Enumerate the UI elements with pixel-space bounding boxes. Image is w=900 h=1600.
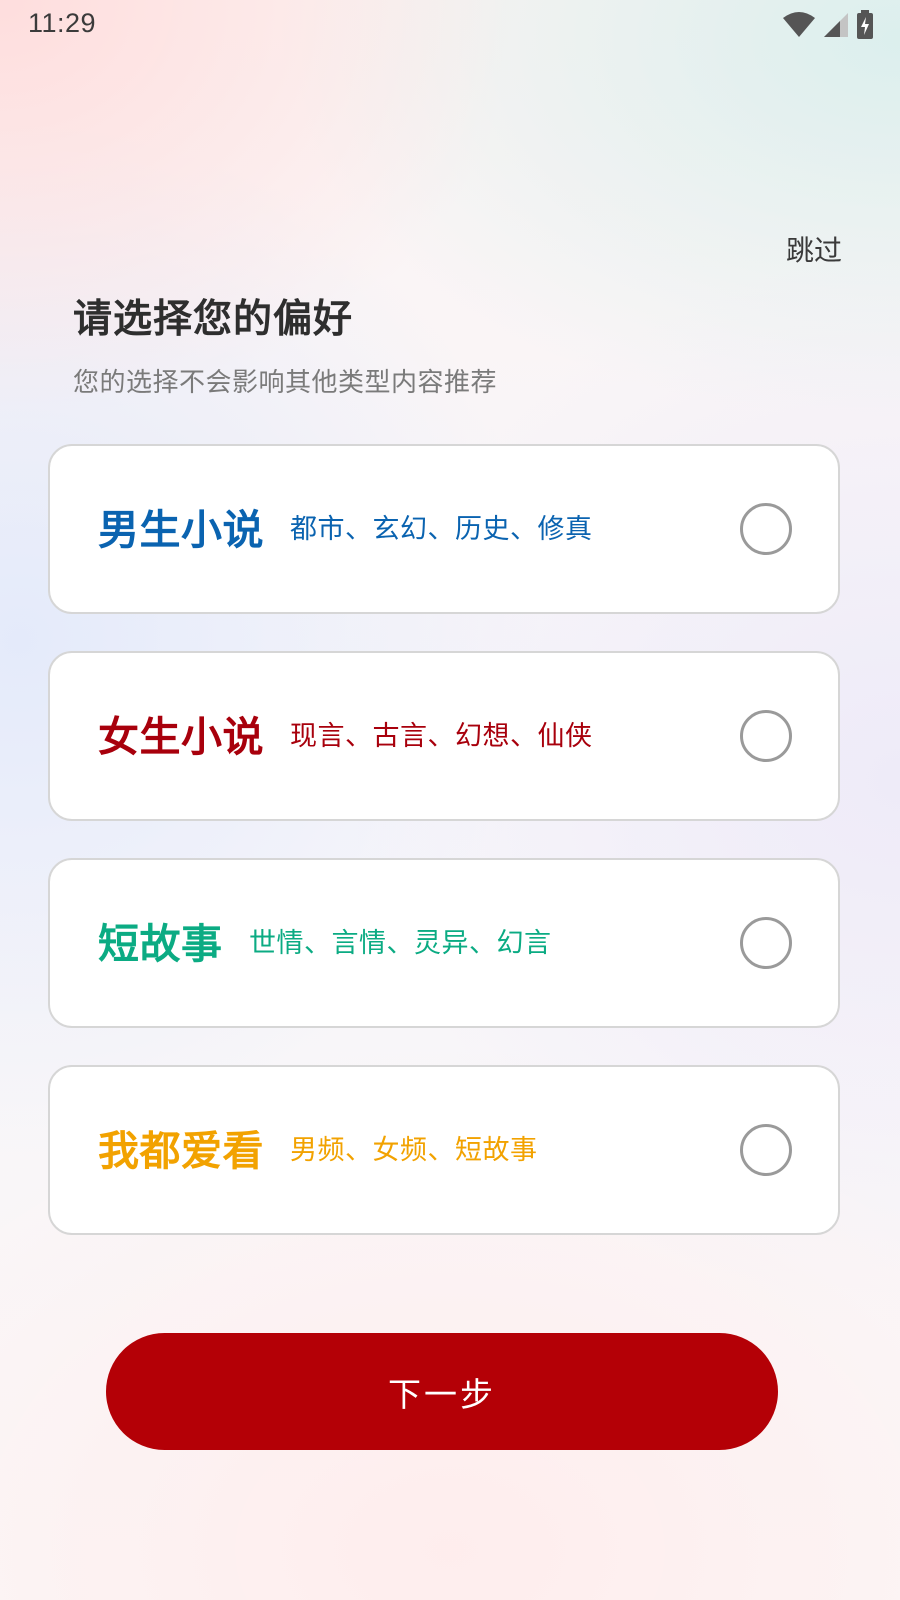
status-bar: 11:29 xyxy=(0,0,900,50)
option-title: 男生小说 xyxy=(98,506,264,554)
option-card-love-all[interactable]: 我都爱看 男频、女频、短故事 xyxy=(48,1065,840,1235)
wifi-icon xyxy=(783,12,815,37)
status-time: 11:29 xyxy=(28,8,97,38)
option-title: 短故事 xyxy=(98,920,223,968)
status-icons xyxy=(782,10,874,40)
page-subtitle: 您的选择不会影响其他类型内容推荐 xyxy=(73,368,498,398)
signal-icon xyxy=(824,13,848,37)
option-card-male-novel[interactable]: 男生小说 都市、玄幻、历史、修真 xyxy=(48,444,840,614)
next-step-button[interactable]: 下一步 xyxy=(106,1333,778,1450)
radio-button-female-novel[interactable] xyxy=(740,710,792,762)
option-tags: 现言、古言、幻想、仙侠 xyxy=(290,721,593,752)
skip-button[interactable]: 跳过 xyxy=(786,229,842,269)
battery-charging-icon xyxy=(857,10,873,39)
page-title: 请选择您的偏好 xyxy=(73,297,354,342)
radio-button-love-all[interactable] xyxy=(740,1124,792,1176)
option-title: 我都爱看 xyxy=(98,1127,264,1175)
option-tags: 男频、女频、短故事 xyxy=(290,1135,538,1166)
option-tags: 世情、言情、灵异、幻言 xyxy=(249,928,552,959)
option-card-short-story[interactable]: 短故事 世情、言情、灵异、幻言 xyxy=(48,858,840,1028)
option-tags: 都市、玄幻、历史、修真 xyxy=(290,514,593,545)
option-card-female-novel[interactable]: 女生小说 现言、古言、幻想、仙侠 xyxy=(48,651,840,821)
radio-button-short-story[interactable] xyxy=(740,917,792,969)
radio-button-male-novel[interactable] xyxy=(740,503,792,555)
option-title: 女生小说 xyxy=(98,713,264,761)
